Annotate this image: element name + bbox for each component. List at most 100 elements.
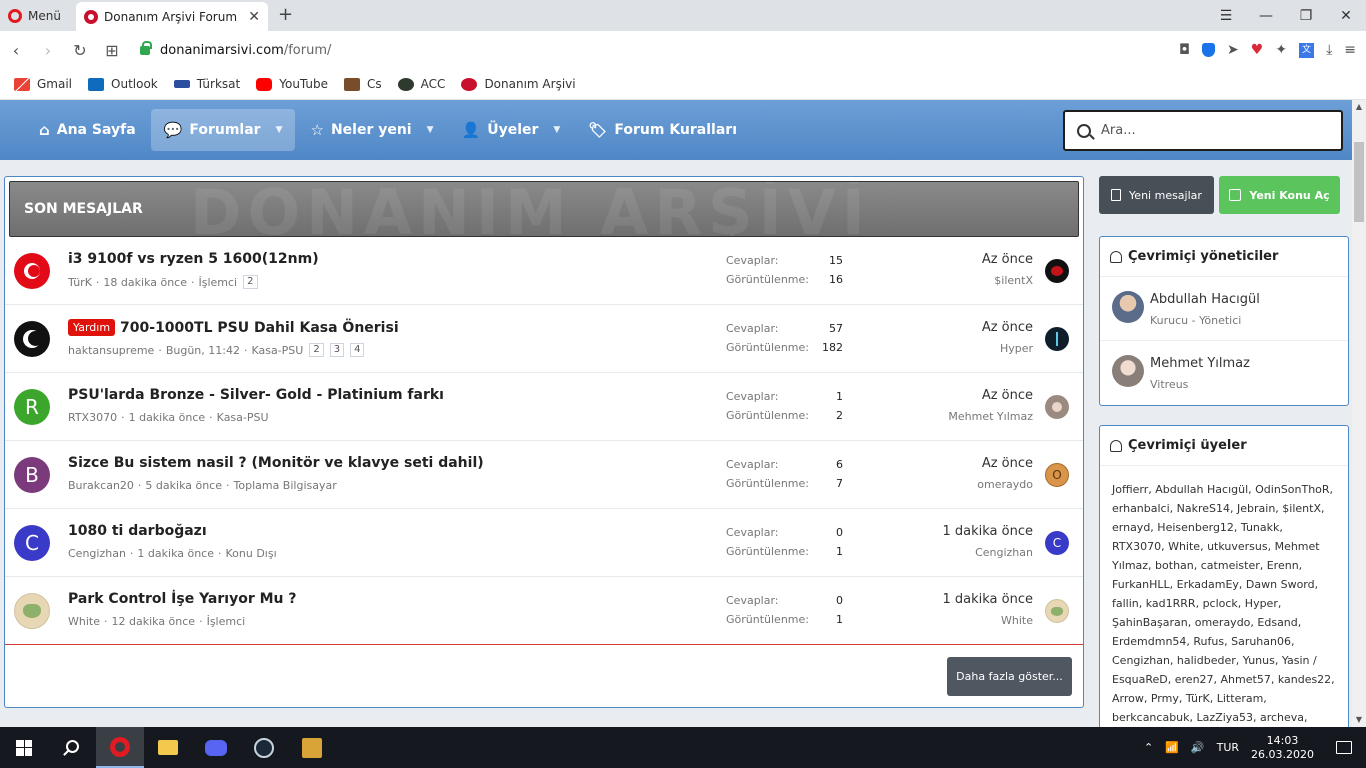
thread-author[interactable]: TürK xyxy=(68,276,92,289)
last-poster-avatar[interactable] xyxy=(1045,327,1069,351)
thread-time[interactable]: 1 dakika önce xyxy=(129,411,206,424)
nav-whats-new[interactable]: ☆ Neler yeni ▼ xyxy=(297,109,446,151)
thread-forum[interactable]: Konu Dışı xyxy=(226,547,277,560)
avatar[interactable] xyxy=(1112,355,1144,387)
extension-icon[interactable]: ✦ xyxy=(1275,42,1287,58)
author-avatar[interactable] xyxy=(14,253,50,289)
thread-forum[interactable]: Kasa-PSU xyxy=(217,411,269,424)
scrollbar-thumb[interactable] xyxy=(1354,142,1364,222)
prefix-badge[interactable]: Yardım xyxy=(68,319,116,336)
reload-icon[interactable]: ↻ xyxy=(64,41,96,60)
chevron-down-icon[interactable]: ▼ xyxy=(276,125,283,135)
chevron-down-icon[interactable]: ▼ xyxy=(553,125,560,135)
page-link[interactable]: 3 xyxy=(329,343,345,357)
staff-name[interactable]: Mehmet Yılmaz xyxy=(1150,356,1250,371)
bookmark-donanim-arsivi[interactable]: Donanım Arşivi xyxy=(461,77,576,91)
thread-author[interactable]: haktansupreme xyxy=(68,344,154,357)
scroll-up-icon[interactable]: ▲ xyxy=(1352,100,1366,114)
bookmark-turksat[interactable]: Türksat xyxy=(173,77,240,91)
last-post-time[interactable]: Az önce xyxy=(982,456,1033,471)
language-indicator[interactable]: TUR xyxy=(1217,741,1239,754)
nav-rules[interactable]: 🏷 Forum Kuralları xyxy=(575,109,750,151)
thread-title[interactable]: PSU'larda Bronze - Silver- Gold - Platin… xyxy=(68,387,444,403)
thread-author[interactable]: RTX3070 xyxy=(68,411,117,424)
last-post-user[interactable]: Hyper xyxy=(1000,342,1033,355)
thread-time[interactable]: 1 dakika önce xyxy=(137,547,214,560)
thread-forum[interactable]: İşlemci xyxy=(199,276,238,289)
last-poster-avatar[interactable] xyxy=(1045,259,1069,283)
speed-dial-icon[interactable]: ⊞ xyxy=(96,41,128,60)
thread-title[interactable]: 1080 ti darboğazı xyxy=(68,523,207,539)
taskbar-steam[interactable] xyxy=(240,727,288,768)
bookmark-cs[interactable]: Cs xyxy=(344,77,382,91)
last-post-user[interactable]: Cengizhan xyxy=(975,546,1033,559)
bookmark-gmail[interactable]: Gmail xyxy=(14,77,72,91)
author-avatar[interactable]: C xyxy=(14,525,50,561)
thread-time[interactable]: 18 dakika önce xyxy=(103,276,187,289)
last-post-user[interactable]: White xyxy=(1001,614,1033,627)
new-tab-icon[interactable]: + xyxy=(278,4,293,25)
browser-tab[interactable]: Donanım Arşivi Forum ✕ xyxy=(76,2,268,31)
bookmark-youtube[interactable]: YouTube xyxy=(256,77,328,91)
download-icon[interactable]: ⤓ xyxy=(1326,42,1332,58)
last-post-time[interactable]: Az önce xyxy=(982,388,1033,403)
thread-author[interactable]: Cengizhan xyxy=(68,547,126,560)
tab-close-icon[interactable]: ✕ xyxy=(248,9,260,25)
thread-forum[interactable]: İşlemci xyxy=(207,615,246,628)
author-avatar[interactable]: B xyxy=(14,457,50,493)
page-link[interactable]: 2 xyxy=(243,275,258,289)
opera-menu-button[interactable]: Menü xyxy=(0,0,69,31)
thread-forum[interactable]: Kasa-PSU xyxy=(251,344,303,357)
new-messages-button[interactable]: Yeni mesajlar xyxy=(1099,176,1214,214)
tab-menu-icon[interactable]: ☰ xyxy=(1206,8,1246,24)
thread-title[interactable]: Park Control İşe Yarıyor Mu ? xyxy=(68,591,297,607)
taskbar-file-explorer[interactable] xyxy=(144,727,192,768)
last-poster-avatar[interactable] xyxy=(1045,395,1069,419)
url-field[interactable]: donanimarsivi.com/forum/ xyxy=(160,43,331,58)
new-topic-button[interactable]: Yeni Konu Aç xyxy=(1219,176,1340,214)
start-button[interactable] xyxy=(0,727,48,768)
show-more-button[interactable]: Daha fazla göster... xyxy=(947,657,1072,696)
bookmark-acc[interactable]: ACC xyxy=(397,77,445,91)
author-avatar[interactable] xyxy=(14,593,50,629)
author-avatar[interactable]: R xyxy=(14,389,50,425)
clock[interactable]: 14:03 26.03.2020 xyxy=(1251,734,1314,762)
thread-forum[interactable]: Toplama Bilgisayar xyxy=(234,479,337,492)
heart-icon[interactable]: ♥ xyxy=(1251,42,1264,58)
page-link[interactable]: 4 xyxy=(350,343,365,357)
close-window-icon[interactable]: ✕ xyxy=(1326,8,1366,24)
avatar[interactable] xyxy=(1112,291,1144,323)
last-post-time[interactable]: 1 dakika önce xyxy=(943,524,1034,539)
last-post-time[interactable]: Az önce xyxy=(982,252,1033,267)
last-post-user[interactable]: omeraydo xyxy=(977,478,1033,491)
chevron-down-icon[interactable]: ▼ xyxy=(427,125,434,135)
thread-author[interactable]: White xyxy=(68,615,100,628)
last-post-time[interactable]: Az önce xyxy=(982,320,1033,335)
thread-time[interactable]: 12 dakika önce xyxy=(112,615,196,628)
notification-icon[interactable] xyxy=(1336,741,1352,754)
last-post-user[interactable]: Mehmet Yılmaz xyxy=(948,410,1033,423)
bookmark-outlook[interactable]: Outlook xyxy=(88,77,158,91)
thread-title[interactable]: Sizce Bu sistem nasil ? (Monitör ve klav… xyxy=(68,455,484,471)
forward-icon[interactable]: › xyxy=(32,41,64,60)
easy-setup-icon[interactable]: ≡ xyxy=(1344,42,1356,58)
maximize-icon[interactable]: ❐ xyxy=(1286,8,1326,24)
camera-icon[interactable]: ◘ xyxy=(1179,42,1190,58)
send-icon[interactable]: ➤ xyxy=(1227,42,1239,58)
volume-icon[interactable]: 🔊 xyxy=(1191,741,1205,754)
thread-time[interactable]: Bugün, 11:42 xyxy=(166,344,240,357)
scroll-down-icon[interactable]: ▼ xyxy=(1352,713,1366,727)
taskbar-opera[interactable] xyxy=(96,727,144,768)
thread-title[interactable]: 700-1000TL PSU Dahil Kasa Önerisi xyxy=(120,320,399,336)
back-icon[interactable]: ‹ xyxy=(0,41,32,60)
vpn-shield-icon[interactable] xyxy=(1202,43,1216,57)
thread-author[interactable]: Burakcan20 xyxy=(68,479,134,492)
last-post-user[interactable]: $ilentX xyxy=(994,274,1033,287)
online-members-list[interactable]: Joffierr, Abdullah Hacıgül, OdinSonThoR,… xyxy=(1100,466,1348,727)
minimize-icon[interactable]: — xyxy=(1246,8,1286,24)
last-poster-avatar[interactable]: C xyxy=(1045,531,1069,555)
network-icon[interactable]: 📶 xyxy=(1165,741,1179,754)
taskbar-search-button[interactable] xyxy=(48,739,96,756)
nav-members[interactable]: 👤 Üyeler ▼ xyxy=(449,109,574,151)
nav-home[interactable]: ⌂ Ana Sayfa xyxy=(26,109,149,151)
